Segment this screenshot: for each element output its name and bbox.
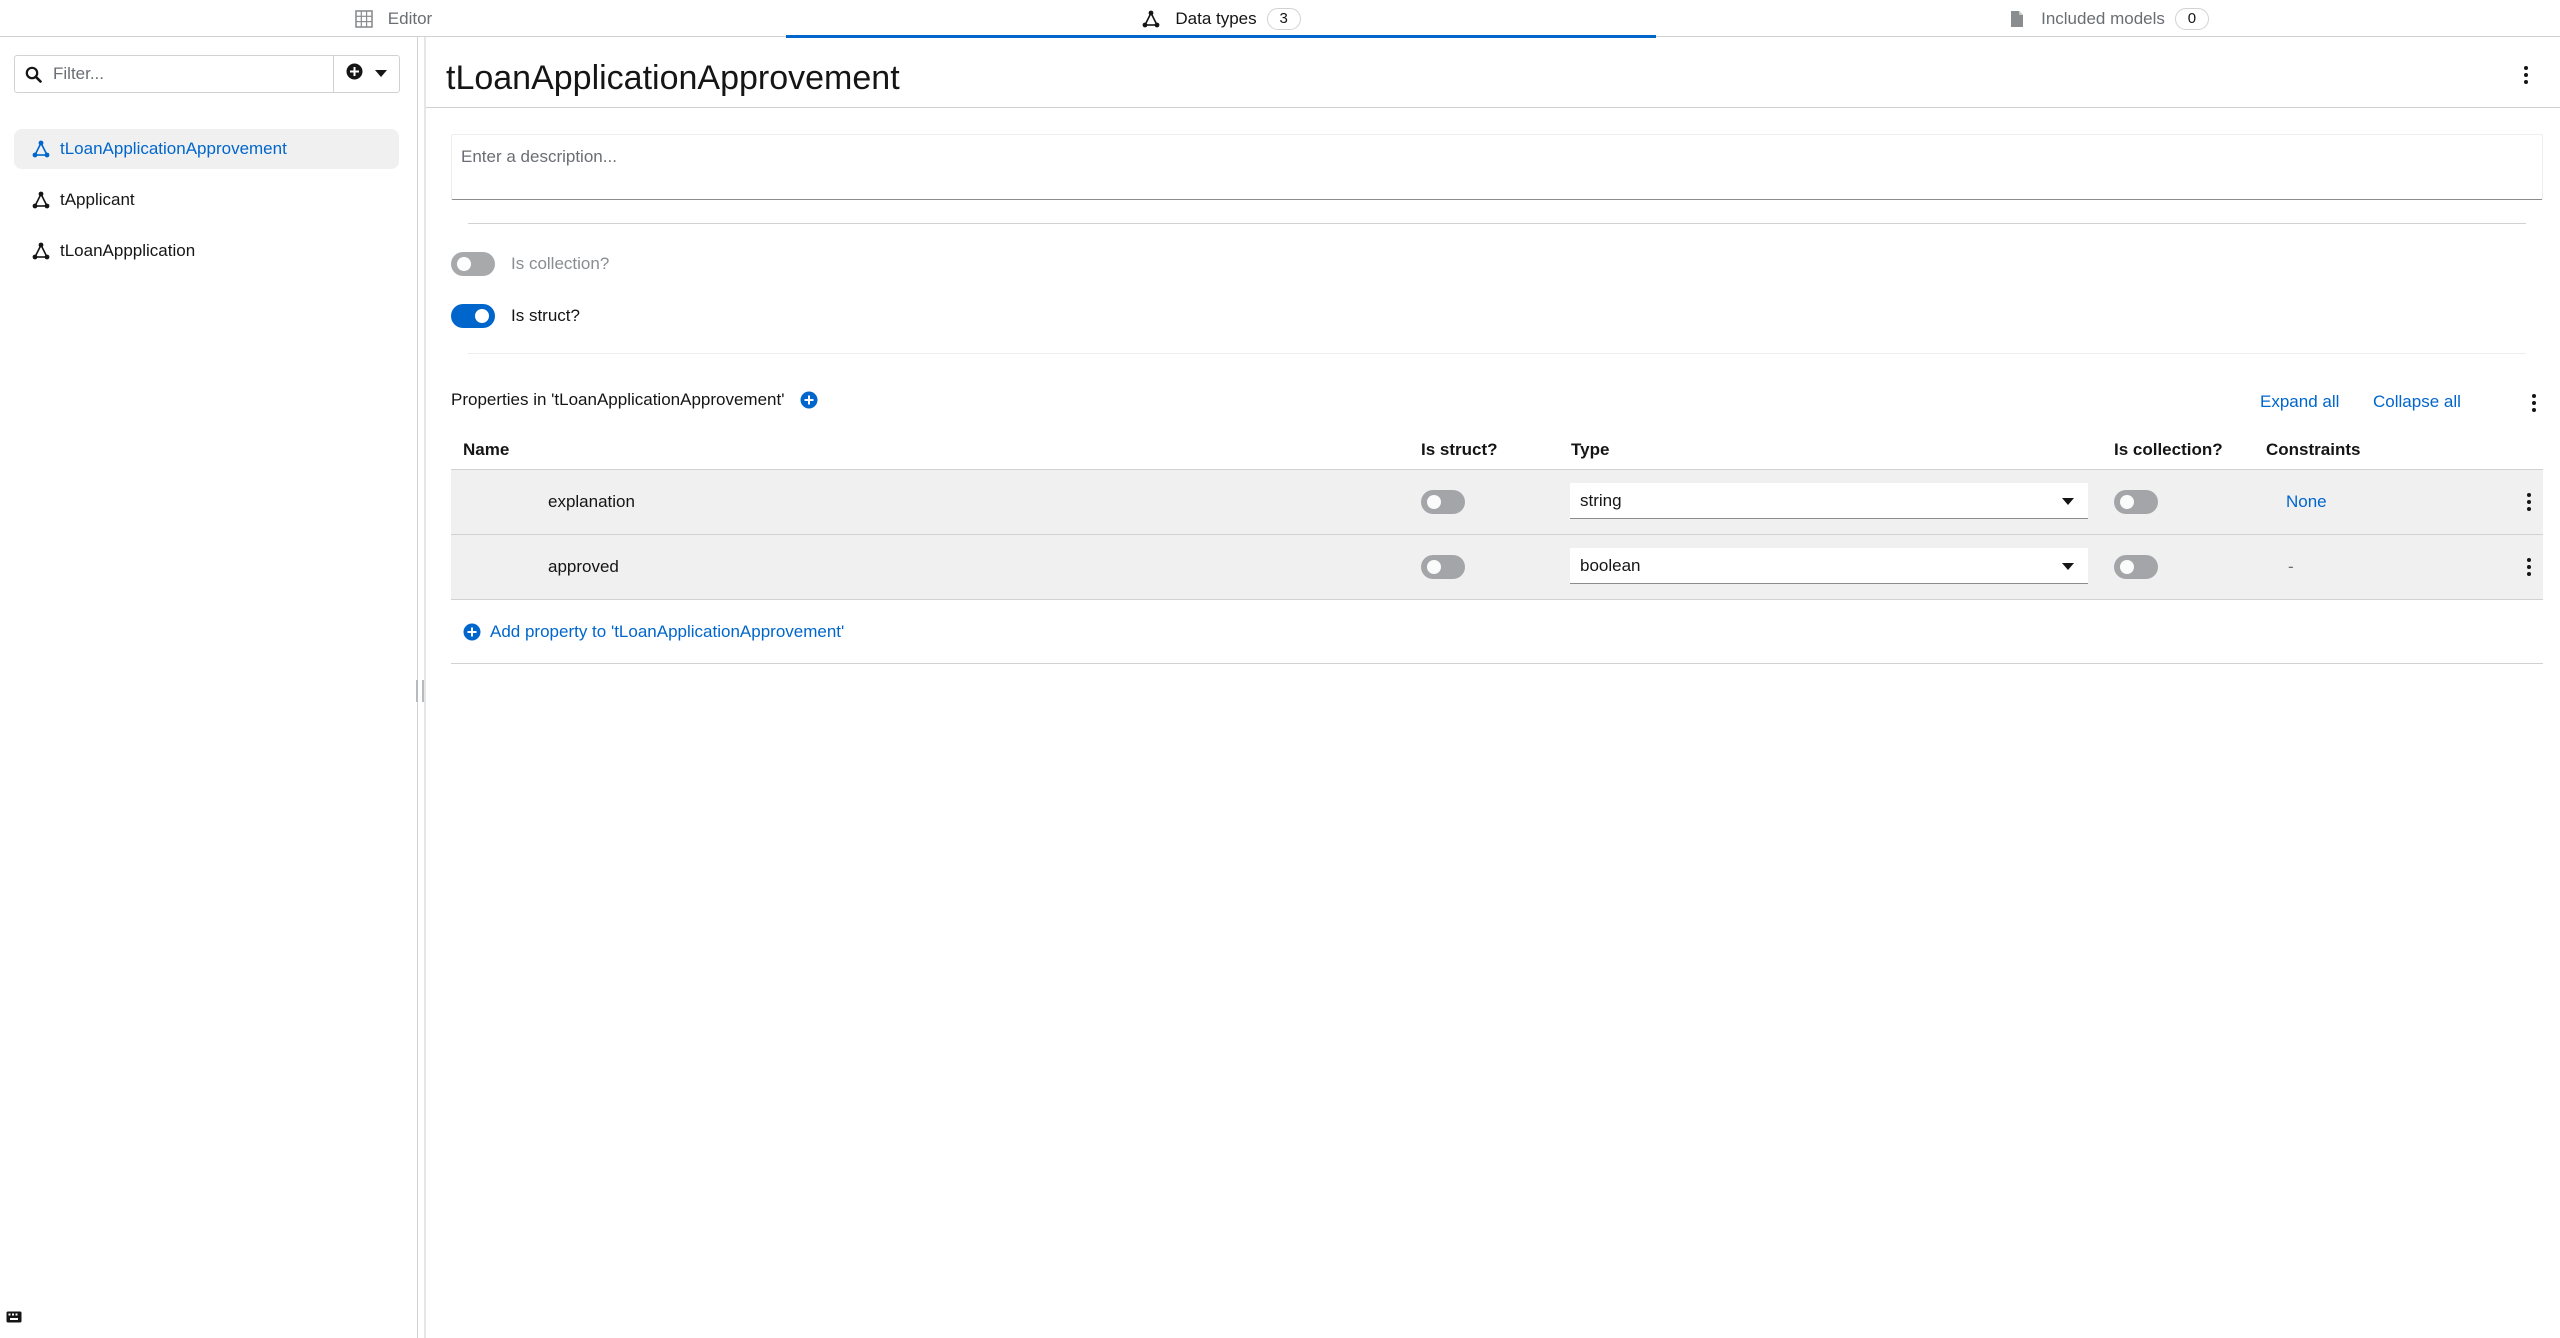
table-row: approved boolean -: [451, 535, 2543, 600]
divider: [468, 223, 2526, 224]
is-struct-label: Is struct?: [511, 306, 580, 325]
collapse-all-link[interactable]: Collapse all: [2373, 392, 2461, 412]
data-type-list: tLoanApplicationApprovement tApplicant t…: [14, 129, 399, 282]
add-property-link[interactable]: Add property to 'tLoanApplicationApprove…: [490, 622, 844, 642]
table-header: Name Is struct? Type Is collection? Cons…: [451, 430, 2543, 470]
data-types-sidebar: tLoanApplicationApprovement tApplicant t…: [0, 37, 418, 1338]
col-constraints: Constraints: [2266, 440, 2361, 459]
page-title: tLoanApplicationApprovement: [446, 59, 900, 97]
keyboard-icon[interactable]: [6, 1310, 22, 1328]
row-kebab-icon[interactable]: [2519, 490, 2539, 514]
sidebar-item-tloanappplication[interactable]: tLoanAppplication: [14, 231, 399, 271]
data-type-icon: [32, 191, 50, 209]
tab-included-models-label: Included models: [2041, 8, 2165, 28]
col-is-struct: Is struct?: [1421, 440, 1498, 459]
add-property-icon[interactable]: [800, 391, 818, 409]
row-is-struct-switch[interactable]: [1421, 555, 1465, 579]
tab-data-types-label: Data types: [1175, 8, 1257, 28]
splitter-handle[interactable]: [416, 680, 424, 702]
is-collection-switch[interactable]: [451, 252, 495, 276]
property-name[interactable]: approved: [548, 557, 619, 577]
constraints-value: -: [2288, 557, 2294, 576]
properties-actions: Expand all Collapse all: [2140, 390, 2560, 416]
description-field[interactable]: [451, 134, 2543, 200]
property-name[interactable]: explanation: [548, 492, 635, 512]
type-select-value: string: [1580, 490, 1622, 510]
properties-kebab-icon[interactable]: [2524, 391, 2544, 415]
tab-data-types[interactable]: Data types 3: [786, 0, 1656, 38]
sidebar-item-label: tLoanAppplication: [60, 241, 196, 260]
row-is-collection-switch[interactable]: [2114, 490, 2158, 514]
col-name: Name: [463, 440, 510, 459]
table-row: explanation string None: [451, 470, 2543, 535]
filter-actions: [333, 56, 399, 92]
tab-editor-label: Editor: [387, 8, 433, 28]
top-tab-bar: Editor Data types 3 Included models 0: [0, 0, 2560, 38]
add-data-type-icon[interactable]: [346, 63, 363, 85]
col-type: Type: [1571, 440, 1610, 459]
type-select-value: boolean: [1580, 555, 1641, 575]
document-icon: [2007, 9, 2027, 29]
add-circle-icon: [463, 623, 481, 641]
data-types-count-badge: 3: [1266, 7, 1301, 30]
sidebar-item-label: tLoanApplicationApprovement: [60, 139, 287, 158]
row-kebab-icon[interactable]: [2519, 555, 2539, 579]
is-collection-toggle-row: Is collection?: [451, 252, 609, 276]
filter-box: [14, 55, 400, 93]
expand-all-link[interactable]: Expand all: [2260, 392, 2339, 412]
tab-editor[interactable]: Editor: [0, 0, 786, 37]
sidebar-item-tloanapplicationapprovement[interactable]: tLoanApplicationApprovement: [14, 129, 399, 169]
grid-icon: [354, 9, 374, 29]
col-is-collection: Is collection?: [2114, 440, 2223, 459]
chevron-down-icon[interactable]: [375, 65, 387, 83]
add-property-row[interactable]: Add property to 'tLoanApplicationApprove…: [451, 600, 2543, 664]
data-type-icon: [32, 140, 50, 158]
caret-down-icon: [2062, 498, 2074, 505]
properties-heading: Properties in 'tLoanApplicationApproveme…: [451, 390, 818, 410]
row-is-struct-switch[interactable]: [1421, 490, 1465, 514]
kebab-menu-icon[interactable]: [2516, 63, 2536, 87]
filter-input[interactable]: [51, 63, 331, 85]
sidebar-item-tapplicant[interactable]: tApplicant: [14, 180, 399, 220]
data-type-icon: [32, 242, 50, 260]
sidebar-item-label: tApplicant: [60, 190, 135, 209]
is-struct-switch[interactable]: [451, 304, 495, 328]
is-collection-label: Is collection?: [511, 254, 610, 273]
included-models-count-badge: 0: [2174, 7, 2209, 30]
data-type-editor: tLoanApplicationApprovement Is collectio…: [426, 37, 2560, 1338]
caret-down-icon: [2062, 563, 2074, 570]
divider: [426, 107, 2560, 108]
row-is-collection-switch[interactable]: [2114, 555, 2158, 579]
properties-heading-text: Properties in 'tLoanApplicationApproveme…: [451, 390, 785, 409]
divider: [468, 353, 2526, 354]
data-types-icon: [1141, 9, 1161, 29]
type-select[interactable]: string: [1570, 483, 2088, 519]
type-select[interactable]: boolean: [1570, 548, 2088, 584]
search-icon: [15, 66, 51, 83]
is-struct-toggle-row: Is struct?: [451, 304, 580, 328]
tab-included-models[interactable]: Included models 0: [1656, 0, 2560, 37]
properties-table: Name Is struct? Type Is collection? Cons…: [451, 430, 2543, 664]
constraints-link[interactable]: None: [2286, 492, 2327, 512]
